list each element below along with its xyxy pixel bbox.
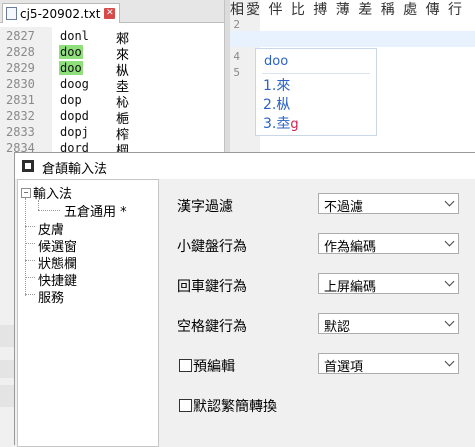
file-icon (6, 7, 17, 20)
file-tab-label: cj5-20902.txt (20, 6, 101, 21)
text-line[interactable]: 2832 dopd 梔 (0, 108, 224, 127)
line-number: 2829 (6, 61, 35, 75)
numpad-behavior-label: 小鍵盤行為 (177, 239, 247, 255)
hanzi-filter-select[interactable]: 不過濾 (318, 193, 459, 215)
default-conversion-checkbox[interactable] (179, 399, 192, 412)
tab-bar: cj5-20902.txt ✕ (0, 0, 224, 23)
dialog-title: 倉頡輸入法 (42, 162, 108, 177)
candidate-text: 枞 (276, 97, 291, 113)
divider (262, 73, 370, 74)
line-number: 2828 (6, 45, 35, 59)
tree-connector (38, 200, 39, 210)
pre-edit-select[interactable]: 首選項 (318, 353, 459, 375)
pre-edit-checkbox[interactable] (179, 359, 192, 372)
dialog-title-bar[interactable]: 倉頡輸入法 (15, 153, 475, 179)
enter-behavior-select[interactable]: 上屏編碼 (318, 273, 459, 295)
chevron-down-icon (444, 196, 455, 207)
candidate-text: 坴 (276, 116, 291, 132)
candidate-index: 2. (263, 97, 277, 113)
candidate-window: doo 1.來 2.枞 3.坴g (255, 48, 377, 136)
candidate-item[interactable]: 1.來 (263, 75, 290, 95)
line-number: 2832 (6, 109, 35, 123)
candidate-item[interactable]: 3.坴g (263, 113, 299, 133)
tree-connector (25, 277, 35, 278)
text-line[interactable]: 2831 dop 杺 (0, 92, 224, 111)
collapse-icon[interactable]: − (21, 188, 31, 198)
space-behavior-label: 空格鍵行為 (177, 319, 247, 335)
current-line-highlight (230, 31, 475, 47)
default-conversion-label: 默認繁簡轉換 (193, 399, 277, 415)
select-value: 作為編碼 (324, 240, 377, 255)
candidate-hint: g (290, 117, 299, 132)
settings-tree: − 輸入法 五倉通用 * 皮膚 候選窗 狀態欄 快捷鍵 服務 (17, 179, 159, 447)
tree-connector (25, 226, 35, 227)
select-value: 默認 (324, 320, 351, 335)
candidate-index: 3. (263, 116, 277, 132)
text-line[interactable]: 2828 doo 來 (0, 44, 224, 63)
line-number: 2830 (6, 77, 35, 91)
line-code: dop (60, 93, 82, 107)
tree-connector (25, 198, 26, 296)
background-window-fragment (0, 325, 15, 347)
line-code: dopj (60, 125, 89, 139)
left-editor-pane: cj5-20902.txt ✕ 2827 donl 郲 2828 doo 來 2… (0, 0, 224, 160)
tree-connector (25, 294, 35, 295)
line-number: 2 (233, 18, 240, 31)
pre-edit-label: 預編輯 (193, 359, 235, 375)
background-window-fragment (0, 385, 15, 407)
candidate-text: 來 (276, 78, 291, 94)
select-value: 首選項 (324, 360, 364, 375)
line-code: doog (60, 77, 89, 91)
app-icon (22, 160, 34, 172)
line-number: 2831 (6, 93, 35, 107)
numpad-behavior-select[interactable]: 作為編碼 (318, 233, 459, 255)
line-number: 2827 (6, 29, 35, 43)
line-text: 相愛 伴 比 搏 薄 差 稱 處 傳 行 (230, 2, 465, 18)
candidate-index: 1. (263, 78, 277, 94)
line-number: 2833 (6, 125, 35, 139)
select-value: 不過濾 (324, 200, 364, 215)
tree-connector (25, 260, 35, 261)
line-number: 4 (233, 50, 240, 63)
text-line[interactable]: 2827 donl 郲 (0, 28, 224, 47)
chevron-down-icon (444, 276, 455, 287)
text-line[interactable]: 2829 doo 枞 (0, 60, 224, 79)
background-window-fragment (0, 360, 15, 378)
line-code: donl (60, 29, 89, 43)
tree-connector (38, 210, 60, 211)
line-code-highlighted: doo (59, 45, 83, 59)
text-line[interactable]: 2830 doog 坴 (0, 76, 224, 95)
chevron-down-icon (444, 316, 455, 327)
tree-connector (25, 243, 35, 244)
chevron-down-icon (444, 236, 455, 247)
line-code-highlighted: doo (59, 61, 83, 75)
line-number: 5 (233, 66, 240, 79)
select-value: 上屏編碼 (324, 280, 377, 295)
chevron-down-icon (444, 356, 455, 367)
line-code: dopd (60, 109, 89, 123)
file-tab[interactable]: cj5-20902.txt ✕ (2, 3, 121, 23)
text-line[interactable]: 2833 dopj 榨 (0, 124, 224, 143)
candidate-item[interactable]: 2.枞 (263, 94, 290, 114)
tree-item-wucang-general[interactable]: 五倉通用 * (64, 201, 127, 220)
space-behavior-select[interactable]: 默認 (318, 313, 459, 335)
hanzi-filter-label: 漢字過濾 (177, 199, 233, 215)
close-tab-icon[interactable]: ✕ (104, 8, 116, 19)
enter-behavior-label: 回車鍵行為 (177, 279, 247, 295)
composition-code: doo (264, 54, 289, 69)
tree-item-services[interactable]: 服務 (38, 287, 64, 306)
settings-dialog: 倉頡輸入法 − 輸入法 五倉通用 * 皮膚 候選窗 狀態欄 快捷鍵 服務 漢字過… (14, 152, 475, 447)
